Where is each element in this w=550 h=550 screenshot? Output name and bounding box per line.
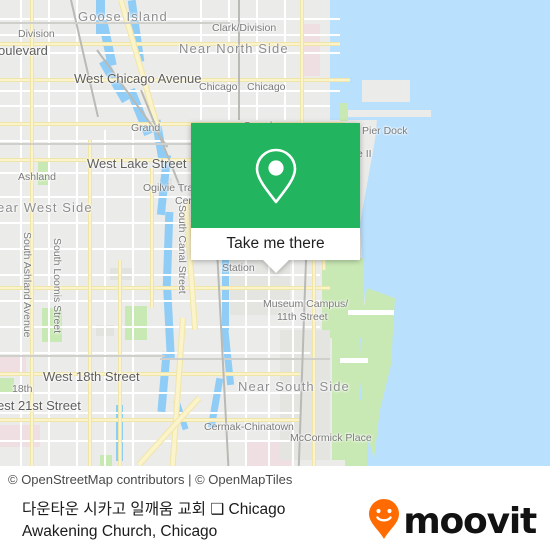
map-label: Museum Campus/ bbox=[263, 298, 349, 310]
map-label: 18th bbox=[12, 383, 33, 395]
callout-pointer-tail bbox=[262, 260, 289, 273]
map-label-vertical: South Loomis Street bbox=[51, 238, 63, 334]
map-label: Near South Side bbox=[238, 379, 350, 394]
page-root: Goose Island Clark/Division Division Near N… bbox=[0, 0, 550, 550]
map-label-vertical: South Canal Street bbox=[176, 205, 188, 294]
park-path-1 bbox=[348, 310, 394, 315]
map-label: Pier Dock bbox=[362, 125, 408, 137]
take-me-there-label: Take me there bbox=[226, 235, 325, 252]
location-callout-card[interactable]: Take me there bbox=[191, 123, 360, 273]
street-grid-v bbox=[132, 130, 134, 466]
moovit-brand[interactable]: moovit bbox=[367, 498, 550, 545]
map-label: West 18th Street bbox=[43, 369, 140, 384]
page-title: 다운타운 시카고 일깨움 교회 ❑ Chicago Awakening Chur… bbox=[22, 501, 286, 540]
map-label: Goose Island bbox=[78, 9, 168, 24]
arterial-racine bbox=[118, 260, 122, 466]
map-label: Ashland bbox=[18, 171, 56, 183]
map-label: Chicago bbox=[247, 81, 286, 93]
rail-line-ns bbox=[238, 0, 240, 120]
map-label: Cermak-Chinatown bbox=[204, 421, 294, 433]
navy-pier-arm bbox=[345, 110, 431, 117]
park-west-5 bbox=[100, 455, 112, 466]
map-label: oulevard bbox=[0, 43, 48, 58]
street-grid-v bbox=[48, 0, 50, 466]
map-label: McCormick Place bbox=[290, 432, 372, 444]
arterial-halsted bbox=[88, 140, 92, 466]
street-grid-v bbox=[228, 0, 230, 120]
map-attribution-text[interactable]: © OpenStreetMap contributors | © OpenMap… bbox=[0, 472, 292, 487]
street-grid-h bbox=[0, 18, 340, 20]
map-label: West Lake Street bbox=[87, 156, 187, 171]
map-label: Division bbox=[18, 28, 55, 40]
arterial-roosevelt bbox=[0, 286, 330, 290]
map-label-vertical: South Ashland Avenue bbox=[21, 232, 33, 338]
road-grey-h-2 bbox=[0, 143, 220, 145]
map-label: Station bbox=[222, 262, 255, 274]
street-grid-v bbox=[284, 0, 286, 120]
map-label: 11th Street bbox=[277, 311, 328, 323]
map-label: Clark/Division bbox=[212, 22, 277, 34]
take-me-there-button[interactable]: Take me there bbox=[191, 228, 360, 260]
street-grid-v bbox=[200, 0, 202, 120]
road-grey-h-3 bbox=[0, 355, 165, 357]
park-path-2 bbox=[340, 358, 368, 363]
arterial-michigan bbox=[300, 0, 304, 130]
street-grid-v bbox=[256, 0, 258, 120]
street-grid-v bbox=[104, 130, 106, 466]
moovit-pin-smiley-icon bbox=[367, 498, 401, 545]
street-grid-h bbox=[0, 90, 340, 92]
navy-pier-block bbox=[362, 80, 410, 102]
callout-marker-area bbox=[191, 123, 360, 228]
map-label: Grand bbox=[131, 122, 161, 134]
page-footer: 다운타운 시카고 일깨움 교회 ❑ Chicago Awakening Chur… bbox=[0, 492, 550, 550]
street-grid-h bbox=[0, 52, 340, 54]
map-label: Near North Side bbox=[179, 41, 289, 56]
pier-green-patch bbox=[340, 103, 348, 121]
moovit-wordmark: moovit bbox=[403, 500, 537, 542]
street-grid-v bbox=[76, 0, 78, 466]
street-grid-h bbox=[0, 352, 310, 354]
map-label: Chicago bbox=[199, 81, 238, 93]
map-label: est 21st Street bbox=[0, 398, 81, 413]
map-pin-icon bbox=[252, 146, 300, 206]
park-west-3 bbox=[125, 306, 147, 340]
map-attribution-bar: © OpenStreetMap contributors | © OpenMap… bbox=[0, 466, 550, 492]
water-north-lobe bbox=[330, 0, 550, 120]
map-canvas[interactable]: Goose Island Clark/Division Division Near N… bbox=[0, 0, 550, 466]
map-label: West Chicago Avenue bbox=[74, 71, 202, 86]
arterial-division bbox=[0, 42, 340, 46]
map-label: ear West Side bbox=[0, 200, 93, 215]
road-grey-h-4 bbox=[160, 358, 330, 360]
